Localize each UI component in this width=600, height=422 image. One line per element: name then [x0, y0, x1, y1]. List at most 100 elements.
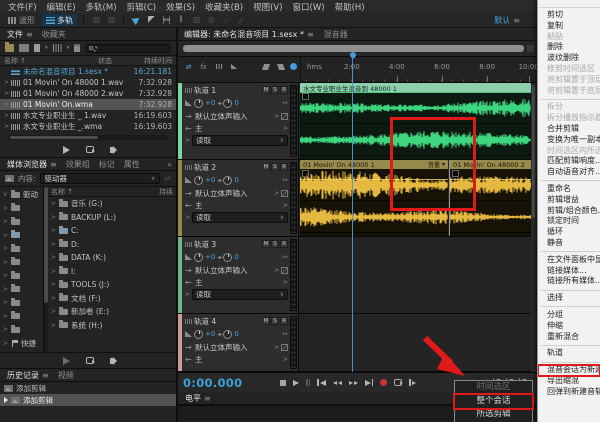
volume-knob[interactable]	[194, 330, 203, 339]
file-list-hscrollbar[interactable]	[8, 135, 168, 140]
context-menu-item[interactable]: 链接媒体...	[538, 266, 600, 277]
context-menu-item[interactable]: 匹配剪辑响度...	[538, 156, 600, 167]
tab-levels[interactable]: 电平 ≡	[185, 393, 211, 404]
preview-play-button[interactable]	[63, 146, 70, 154]
tree-folder[interactable]: >	[0, 229, 43, 243]
track-header[interactable]: 轨道 2MSR+0◂▸0↔→默认立体声输入>←主>>读取∨	[182, 160, 299, 236]
solo-button[interactable]: S	[271, 86, 279, 94]
context-menu-item[interactable]: 变换为唯一副本	[538, 135, 600, 146]
tab-effects-rack[interactable]: 效果组	[66, 159, 90, 170]
tree-folder[interactable]: >	[0, 269, 43, 283]
fast-forward-button[interactable]	[349, 381, 358, 385]
playhead[interactable]	[352, 59, 353, 372]
auto-play-speaker-button[interactable]	[110, 147, 114, 153]
time-selection-tool-button[interactable]: I	[175, 15, 187, 26]
drive-row[interactable]: >系统 (H:)	[48, 319, 176, 333]
open-file-icon[interactable]	[5, 44, 14, 52]
tracks-vscrollbar[interactable]	[531, 83, 536, 372]
popup-menu-item[interactable]: 所选剪辑	[455, 408, 532, 422]
expand-chevron-icon[interactable]: >	[4, 90, 11, 97]
context-menu-item[interactable]: 链接所有媒体...	[538, 276, 600, 287]
track-io-icon[interactable]	[213, 62, 224, 71]
expand-chevron-icon[interactable]: >	[4, 123, 11, 130]
preview-loop-button[interactable]	[86, 357, 94, 364]
track-header[interactable]: 轨道 3MSR+0◂▸0↔→默认立体声输入>←主>>读取∨	[182, 237, 299, 313]
context-menu-item[interactable]: 回弹到新建音轨	[538, 387, 600, 398]
file-row[interactable]: >01 Movin' On 48000 2.wav7:32.928	[0, 88, 176, 99]
menu-item[interactable]: 剪辑(C)	[122, 1, 162, 13]
context-menu-item[interactable]: 选择	[538, 293, 600, 304]
file-row[interactable]: >01 Movin' On 48000 1.wav7:32.928	[0, 77, 176, 88]
context-menu-item[interactable]: 剪辑/组合颜色...	[538, 206, 600, 217]
menu-item[interactable]: 多轨(M)	[81, 1, 122, 13]
pause-button[interactable]	[306, 379, 310, 386]
context-menu-item[interactable]: 锁定时间	[538, 216, 600, 227]
tab-properties[interactable]: 属性	[124, 159, 140, 170]
solo-button[interactable]: S	[271, 163, 279, 171]
snap-toggle-icon[interactable]	[290, 63, 297, 70]
context-menu-item[interactable]: 重新混合	[538, 332, 600, 343]
automation-mode-select[interactable]: 读取∨	[192, 212, 288, 223]
mute-button[interactable]: M	[262, 163, 270, 171]
context-menu-item[interactable]: 混音会话为新建文件	[538, 365, 600, 376]
search-input[interactable]: ▾	[85, 44, 171, 53]
solo-button[interactable]: S	[271, 317, 279, 325]
slip-tool-button[interactable]: |↔|	[160, 15, 172, 26]
tree-folder[interactable]: >	[0, 323, 43, 337]
tab-markers[interactable]: 标记	[99, 159, 115, 170]
arm-record-button[interactable]: R	[280, 240, 288, 248]
popup-menu-item[interactable]: 整个会话	[455, 395, 532, 409]
insert-into-multitrack-icon[interactable]	[53, 44, 62, 52]
clip-header[interactable]: 水文专业职业生混音到 48000 1	[300, 83, 531, 92]
context-menu-item[interactable]: 删除	[538, 42, 600, 53]
arm-record-button[interactable]: R	[280, 317, 288, 325]
skip-to-end-button[interactable]	[365, 379, 374, 386]
context-menu-item[interactable]: 轨道	[538, 348, 600, 359]
tab-video[interactable]: 视频	[58, 370, 74, 381]
context-menu-item[interactable]: 复制	[538, 21, 600, 32]
tree-shortcuts[interactable]: >快捷	[0, 337, 43, 351]
patch-icon[interactable]	[281, 190, 288, 197]
menu-item[interactable]: 窗口(W)	[288, 1, 330, 13]
zoom-navigator[interactable]	[178, 41, 536, 57]
tree-root-drives[interactable]: ∨驱动	[0, 188, 43, 202]
drive-row[interactable]: >DATA (K:)	[48, 251, 176, 265]
file-row[interactable]: >水文专业职业生 _ 1.wav16:19.603	[0, 110, 176, 121]
volume-knob[interactable]	[194, 253, 203, 262]
record-button[interactable]	[380, 379, 387, 386]
automation-mode-select[interactable]: 读取∨	[192, 289, 288, 300]
marker-skew-icon[interactable]	[260, 62, 271, 71]
context-menu-item[interactable]: 导出缩混	[538, 376, 600, 387]
history-entry[interactable]: 添加剪辑	[0, 382, 176, 394]
pan-knob[interactable]	[223, 99, 232, 108]
track-header[interactable]: 轨道 1MSR+0◂▸0↔→默认立体声输入>←主>>读取∨	[182, 83, 299, 159]
play-button[interactable]	[293, 380, 299, 386]
patch-icon[interactable]	[281, 344, 288, 351]
expand-chevron-icon[interactable]: >	[4, 79, 11, 86]
drive-row[interactable]: >新加卷 (E:)	[48, 305, 176, 319]
drive-row[interactable]: >TOOLS (J:)	[48, 278, 176, 292]
multitrack-view-button[interactable]: 多轨	[42, 14, 77, 26]
tab-favorites[interactable]: 收藏夹	[42, 29, 66, 40]
workspace-switcher[interactable]: 默认 ≡	[494, 13, 520, 28]
context-menu-item[interactable]: 循环	[538, 227, 600, 238]
menu-item[interactable]: 编辑(E)	[42, 1, 81, 13]
tab-mixer[interactable]: 混音器	[324, 29, 348, 40]
context-menu-item[interactable]: 伸缩	[538, 321, 600, 332]
tree-folder[interactable]: >	[0, 310, 43, 324]
context-menu-item[interactable]: 在文件面板中显示	[538, 255, 600, 266]
volume-knob[interactable]	[194, 99, 203, 108]
patch-toggle-icon[interactable]: ⇄	[183, 62, 194, 71]
menu-item[interactable]: 视图(V)	[248, 1, 287, 13]
preview-loop-button[interactable]	[86, 146, 94, 153]
time-ruler[interactable]: hms 2:004:006:008:0010:00	[300, 57, 531, 82]
menu-item[interactable]: 帮助(H)	[330, 1, 370, 13]
tab-history[interactable]: 历史记录 ≡	[7, 370, 49, 381]
pan-knob[interactable]	[223, 330, 232, 339]
arm-record-button[interactable]: R	[280, 86, 288, 94]
skip-to-start-button[interactable]	[317, 379, 326, 386]
file-row[interactable]: >01 Movin' On.wma7:32.928	[0, 99, 176, 110]
auto-play-speaker-button[interactable]	[110, 358, 114, 364]
delete-file-icon[interactable]	[74, 44, 80, 52]
new-file-icon[interactable]	[34, 44, 41, 52]
